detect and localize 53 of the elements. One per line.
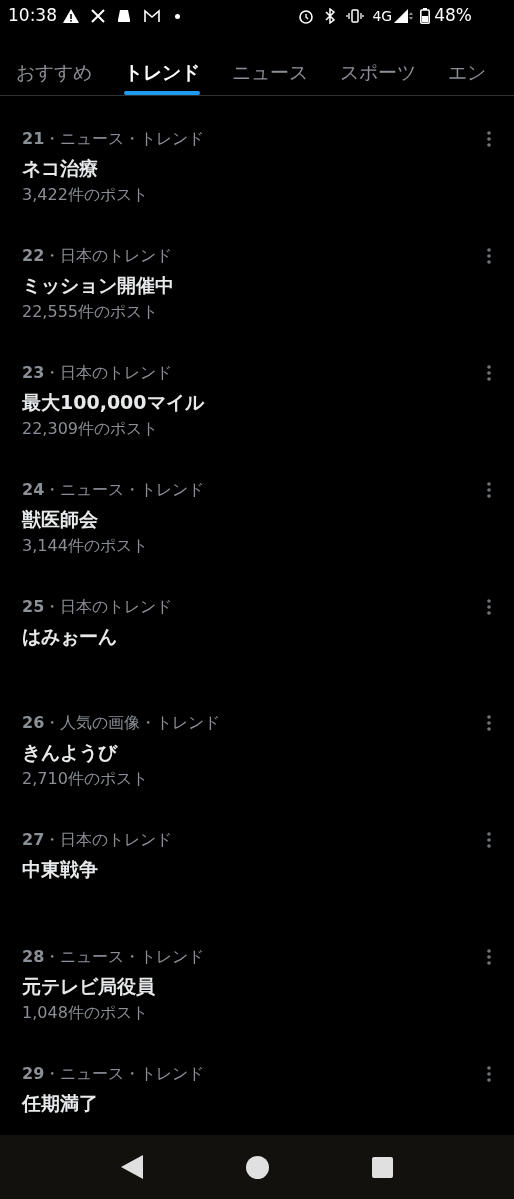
tab[interactable]: ニュース [232, 32, 308, 95]
more-options-icon[interactable] [486, 131, 492, 147]
trend-context: 21・ニュース・トレンド [22, 129, 206, 149]
more-options-icon[interactable] [486, 832, 492, 849]
tab[interactable]: スポーツ [340, 32, 416, 95]
battery-icon [420, 8, 431, 24]
mail-icon [143, 9, 161, 23]
battery-level: 48% [434, 4, 472, 28]
trend-title[interactable]: はみぉーん [22, 622, 486, 649]
more-options-icon[interactable] [486, 715, 492, 732]
post-count: 22,309件のポスト [22, 418, 159, 439]
warning-icon [63, 9, 79, 23]
more-options-icon[interactable] [486, 364, 492, 381]
trend-title[interactable]: きんようび [22, 739, 486, 766]
alarm-icon [298, 8, 315, 24]
vibrate-icon [346, 9, 365, 23]
more-options-icon[interactable] [486, 598, 492, 615]
more-options-icon[interactable] [486, 1066, 492, 1083]
tab[interactable]: おすすめ [16, 32, 92, 95]
recents-icon[interactable] [371, 1156, 393, 1178]
trend-context: 25・日本のトレンド [22, 596, 174, 617]
network-type: 4G [372, 6, 393, 26]
post-count: 3,144件のポスト [22, 535, 149, 556]
trend-title[interactable]: ネコ治療 [22, 155, 486, 181]
dot-icon [175, 13, 180, 19]
trend-title[interactable]: 中東戦争 [22, 856, 486, 883]
post-count: 22,555件のポスト [22, 301, 159, 322]
trend-title[interactable]: 最大100,000マイル [22, 388, 486, 415]
tab[interactable]: エン [448, 32, 486, 95]
signal-icon [394, 9, 415, 23]
trend-title[interactable]: 元テレビ局役員 [22, 973, 486, 1000]
trend-title[interactable]: 獣医師会 [22, 505, 486, 532]
more-options-icon[interactable] [486, 481, 492, 498]
trend-title[interactable]: ミッション開催中 [22, 271, 486, 298]
more-options-icon[interactable] [486, 247, 492, 264]
trend-context: 26・人気の画像・トレンド [22, 713, 222, 734]
post-count: 3,422件のポスト [22, 185, 149, 205]
trend-context: 29・ニュース・トレンド [22, 1064, 206, 1085]
trend-context: 27・日本のトレンド [22, 830, 174, 851]
x-logo-icon [91, 9, 105, 23]
post-count: 2,710件のポスト [22, 769, 149, 790]
back-icon[interactable] [121, 1155, 144, 1179]
tab[interactable]: トレンド [124, 32, 200, 95]
trend-title[interactable]: 任期満了 [22, 1090, 486, 1117]
status-time: 10:38 [8, 4, 57, 28]
trend-context: 22・日本のトレンド [22, 245, 174, 266]
trend-context: 24・ニュース・トレンド [22, 479, 206, 500]
trend-context: 28・ニュース・トレンド [22, 947, 206, 968]
home-icon[interactable] [246, 1155, 269, 1179]
more-options-icon[interactable] [486, 949, 492, 966]
post-count: 1,048件のポスト [22, 1003, 149, 1024]
trend-context: 23・日本のトレンド [22, 362, 174, 383]
bluetooth-icon [324, 8, 337, 24]
